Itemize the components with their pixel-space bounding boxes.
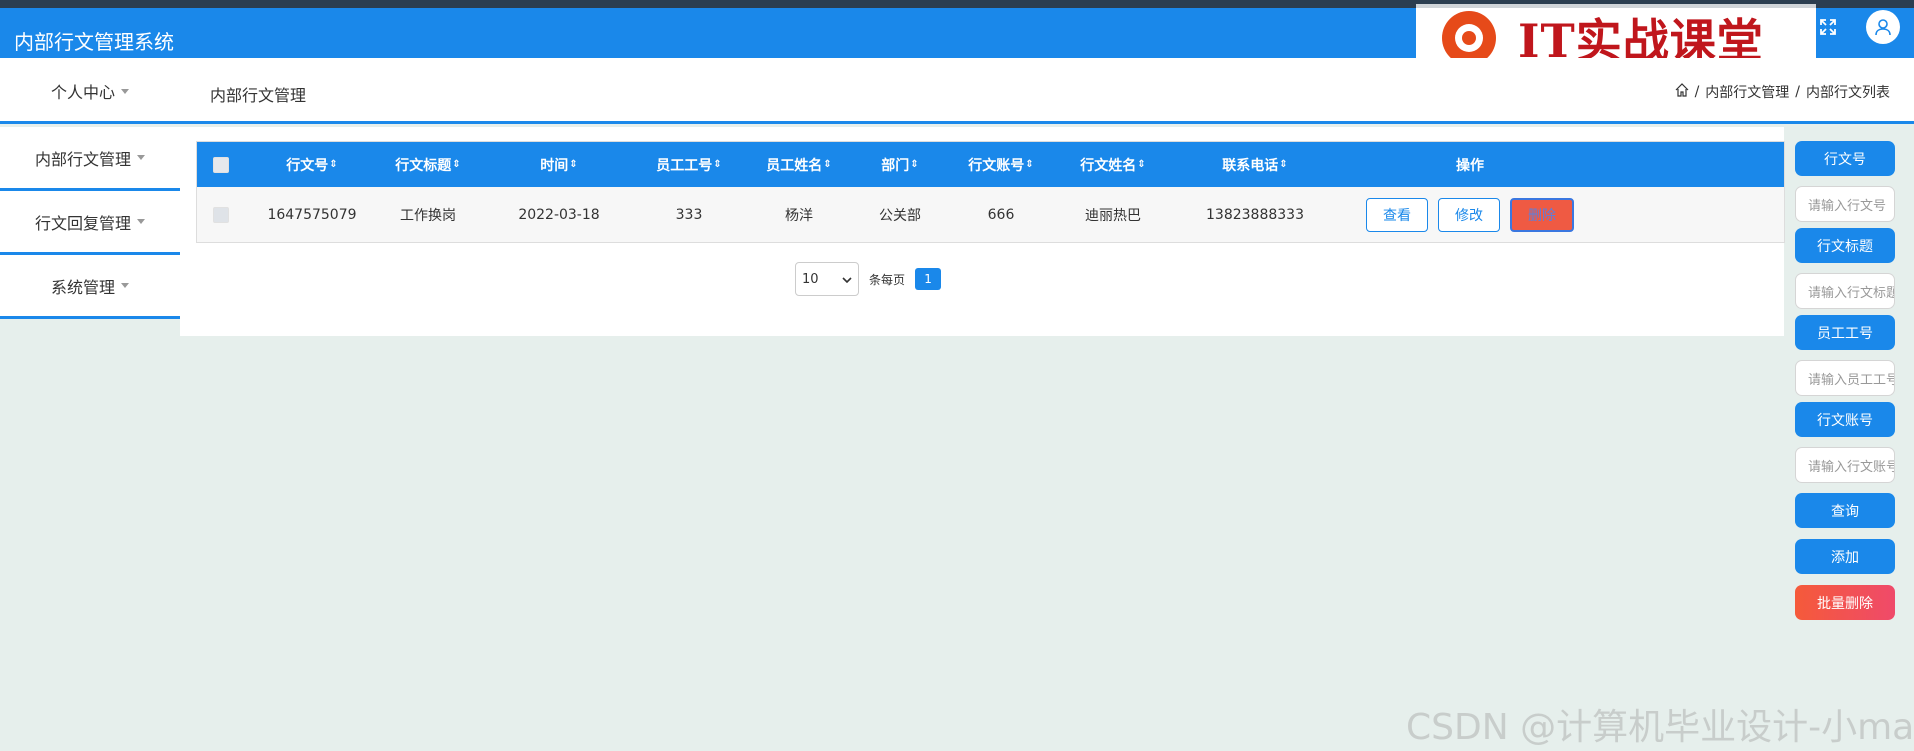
col-header-doc-name[interactable]: 行文姓名 ⇕	[1056, 142, 1170, 187]
sort-icon: ⇕	[452, 159, 461, 170]
app-title: 内部行文管理系统	[14, 30, 174, 54]
cell-emp-name: 杨洋	[785, 207, 813, 224]
home-icon[interactable]	[1675, 83, 1689, 101]
page-size-value: 10	[802, 271, 819, 287]
cell-dept: 公关部	[879, 207, 921, 224]
chevron-down-icon	[137, 219, 145, 224]
breadcrumb-separator: /	[1795, 84, 1800, 100]
sidebar-item-internal-doc[interactable]: 内部行文管理	[0, 127, 180, 191]
pagination: 10 条每页 1	[795, 262, 942, 296]
sidebar-item-label: 系统管理	[50, 277, 115, 297]
personal-center-label: 个人中心	[50, 83, 115, 102]
main-panel: 行文号 ⇕ 行文标题 ⇕ 时间 ⇕ 员工工号 ⇕ 员工姓名 ⇕ 部门 ⇕ 行文账号 ⇕ 行文姓…	[180, 127, 1785, 336]
sort-icon: ⇕	[329, 159, 338, 170]
user-icon[interactable]	[1866, 10, 1900, 44]
cell-doc-name: 迪丽热巴	[1085, 207, 1141, 224]
sort-icon: ⇕	[1137, 159, 1146, 170]
col-header-phone[interactable]: 联系电话 ⇕	[1170, 142, 1340, 187]
doc-title-label-button[interactable]: 行文标题	[1795, 228, 1895, 263]
sidebar-item-label: 行文回复管理	[34, 213, 131, 233]
cell-doc-account: 666	[987, 206, 1015, 223]
page-size-select[interactable]: 10	[795, 262, 859, 296]
watermark: CSDN @计算机毕业设计-小ma	[1406, 707, 1914, 748]
section-title: 内部行文管理	[210, 86, 307, 105]
personal-center-menu[interactable]: 个人中心	[0, 58, 180, 124]
sort-icon: ⇕	[1279, 159, 1288, 170]
doc-account-input[interactable]: 请输入行文账号	[1795, 447, 1895, 483]
breadcrumb: / 内部行文管理 / 内部行文列表	[1675, 82, 1890, 102]
sidebar: 内部行文管理 行文回复管理 系统管理	[0, 127, 180, 319]
sort-icon: ⇕	[910, 159, 919, 170]
col-header-doc-account[interactable]: 行文账号 ⇕	[946, 142, 1056, 187]
per-page-label: 条每页	[869, 272, 906, 287]
sub-header: 个人中心 内部行文管理 / 内部行文管理 / 内部行文列表	[0, 58, 1914, 124]
cell-doc-title: 工作换岗	[400, 207, 456, 224]
data-table: 行文号 ⇕ 行文标题 ⇕ 时间 ⇕ 员工工号 ⇕ 员工姓名 ⇕ 部门 ⇕ 行文账号 ⇕ 行文姓…	[196, 141, 1785, 243]
sort-icon: ⇕	[569, 159, 578, 170]
chevron-down-icon	[137, 155, 145, 160]
cell-emp-no: 333	[675, 206, 703, 223]
expand-icon[interactable]	[1812, 11, 1844, 43]
select-all-checkbox[interactable]	[207, 142, 235, 187]
doc-account-label-button[interactable]: 行文账号	[1795, 402, 1895, 437]
emp-no-label-button[interactable]: 员工工号	[1795, 315, 1895, 350]
edit-button[interactable]: 修改	[1438, 197, 1500, 232]
breadcrumb-level1[interactable]: 内部行文管理	[1705, 82, 1789, 102]
chevron-down-icon	[842, 272, 852, 287]
col-header-doc-title[interactable]: 行文标题 ⇕	[372, 142, 484, 187]
doc-no-input[interactable]: 请输入行文号	[1795, 186, 1895, 222]
add-button[interactable]: 添加	[1795, 539, 1895, 574]
sort-icon: ⇕	[823, 159, 832, 170]
table-header: 行文号 ⇕ 行文标题 ⇕ 时间 ⇕ 员工工号 ⇕ 员工姓名 ⇕ 部门 ⇕ 行文账号 ⇕ 行文姓…	[197, 142, 1784, 187]
batch-delete-button[interactable]: 批量删除	[1795, 585, 1895, 620]
page-button-1[interactable]: 1	[915, 268, 942, 290]
sidebar-item-label: 内部行文管理	[34, 149, 131, 169]
row-checkbox[interactable]	[207, 187, 235, 242]
chevron-down-icon	[121, 283, 129, 288]
sidebar-item-system[interactable]: 系统管理	[0, 255, 180, 319]
col-header-dept[interactable]: 部门 ⇕	[854, 142, 946, 187]
breadcrumb-level2: 内部行文列表	[1806, 85, 1890, 101]
breadcrumb-separator: /	[1694, 84, 1700, 100]
doc-title-input[interactable]: 请输入行文标题	[1795, 273, 1895, 309]
col-header-doc-no[interactable]: 行文号 ⇕	[252, 142, 372, 187]
doc-no-label-button[interactable]: 行文号	[1795, 141, 1895, 176]
col-header-time[interactable]: 时间 ⇕	[484, 142, 634, 187]
table-row: 1647575079 工作换岗 2022-03-18 333 杨洋 公关部 66…	[197, 187, 1784, 242]
sidebar-item-doc-reply[interactable]: 行文回复管理	[0, 191, 180, 255]
col-header-emp-name[interactable]: 员工姓名 ⇕	[744, 142, 854, 187]
sort-icon: ⇕	[1025, 159, 1034, 170]
view-button[interactable]: 查看	[1366, 197, 1428, 232]
logo-icon	[1442, 11, 1496, 65]
cell-doc-no: 1647575079	[267, 206, 357, 223]
chevron-down-icon	[121, 88, 129, 94]
emp-no-input[interactable]: 请输入员工工号	[1795, 360, 1895, 396]
col-header-actions: 操作	[1456, 157, 1484, 174]
cell-phone: 13823888333	[1206, 206, 1304, 223]
sort-icon: ⇕	[713, 159, 722, 170]
delete-button[interactable]: 删除	[1510, 197, 1574, 232]
query-button[interactable]: 查询	[1795, 493, 1895, 528]
col-header-emp-no[interactable]: 员工工号 ⇕	[634, 142, 744, 187]
cell-actions: 查看 修改 删除	[1340, 187, 1600, 242]
cell-time: 2022-03-18	[518, 206, 600, 223]
